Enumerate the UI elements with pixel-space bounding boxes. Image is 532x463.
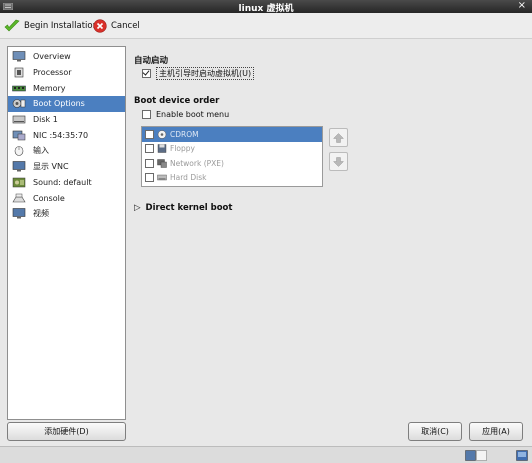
sidebar-item-label: Boot Options <box>33 99 85 109</box>
network-icon <box>157 159 167 168</box>
boot-device-label: CDROM <box>170 129 199 139</box>
sound-icon <box>12 177 26 188</box>
boot-device-label: Hard Disk <box>170 173 207 183</box>
begin-installation-button[interactable]: Begin Installation <box>4 17 98 35</box>
checkmark-icon <box>4 19 20 32</box>
apply-button[interactable]: 应用(A) <box>469 422 523 441</box>
processor-icon <box>14 67 24 78</box>
boot-device-label: Floppy <box>170 144 195 154</box>
autostart-checkbox-row[interactable]: 主机引导时启动虚拟机(U) <box>142 67 255 80</box>
sidebar-item-console[interactable]: Console <box>8 190 125 206</box>
sidebar-item-processor[interactable]: Processor <box>8 65 125 81</box>
sidebar-item-memory[interactable]: Memory <box>8 80 125 96</box>
sidebar-item-label: NIC :54:35:70 <box>33 130 89 140</box>
sidebar-item-video[interactable]: 视频 <box>8 206 125 222</box>
hard-disk-icon <box>157 175 167 181</box>
monitor-icon <box>12 51 26 62</box>
boot-device-list: CDROM Floppy Network (PXE) Hard Disk <box>141 126 323 187</box>
begin-installation-label: Begin Installation <box>24 21 98 31</box>
sidebar-item-label: 显示 VNC <box>33 162 69 172</box>
move-down-button[interactable] <box>329 152 348 171</box>
sidebar-item-label: Processor <box>33 68 72 78</box>
details-panel: 自动启动 主机引导时启动虚拟机(U) Boot device order Ena… <box>134 46 524 418</box>
boot-device-hard-disk[interactable]: Hard Disk <box>142 171 322 186</box>
sidebar-item-label: Memory <box>33 83 66 93</box>
cancel-installation-label: Cancel <box>111 21 140 31</box>
memory-icon <box>12 85 26 91</box>
add-hardware-button[interactable]: 添加硬件(D) <box>7 422 126 441</box>
workspace-switcher-icon[interactable] <box>465 450 487 461</box>
disk-icon <box>12 115 26 124</box>
sidebar-item-label: 输入 <box>33 146 49 156</box>
expander-arrow-icon: ▷ <box>134 203 141 213</box>
floppy-icon <box>157 144 167 153</box>
video-icon <box>12 208 26 219</box>
sidebar-item-label: Disk 1 <box>33 115 58 125</box>
boot-device-checkbox[interactable] <box>145 158 154 168</box>
cdrom-icon <box>157 130 167 139</box>
autostart-checkbox[interactable] <box>142 69 151 78</box>
enable-boot-menu-label: Enable boot menu <box>156 110 230 119</box>
cancel-installation-button[interactable]: Cancel <box>93 17 140 35</box>
boot-device-label: Network (PXE) <box>170 158 224 168</box>
sidebar-item-label: Overview <box>33 52 71 62</box>
arrow-down-icon <box>333 156 344 167</box>
sidebar-item-nic[interactable]: NIC :54:35:70 <box>8 127 125 143</box>
desktop-taskbar <box>0 446 532 463</box>
toolbar: Begin Installation Cancel <box>0 13 532 39</box>
show-desktop-icon[interactable] <box>516 450 528 461</box>
cancel-button[interactable]: 取消(C) <box>408 422 462 441</box>
boot-options-icon <box>12 99 26 109</box>
boot-order-heading: Boot device order <box>134 96 220 106</box>
direct-kernel-boot-expander[interactable]: ▷ Direct kernel boot <box>134 203 232 213</box>
sidebar-item-label: 视频 <box>33 209 49 219</box>
boot-device-network[interactable]: Network (PXE) <box>142 156 322 171</box>
boot-device-checkbox[interactable] <box>145 129 154 139</box>
sidebar-item-label: Console <box>33 193 65 203</box>
enable-boot-menu-row[interactable]: Enable boot menu <box>142 110 229 119</box>
window-close-icon[interactable]: × <box>518 0 526 11</box>
move-up-button[interactable] <box>329 128 348 147</box>
boot-device-floppy[interactable]: Floppy <box>142 142 322 157</box>
direct-kernel-boot-label: Direct kernel boot <box>145 203 233 213</box>
window-titlebar: linux 虚拟机 × <box>0 0 532 14</box>
sidebar-item-input[interactable]: 输入 <box>8 143 125 159</box>
sidebar-item-label: Sound: default <box>33 177 92 187</box>
console-icon <box>12 193 26 202</box>
sidebar-item-boot-options[interactable]: Boot Options <box>8 96 125 112</box>
boot-device-checkbox[interactable] <box>145 144 154 154</box>
hardware-list: Overview Processor Memory Boot Options D… <box>7 46 126 420</box>
boot-device-cdrom[interactable]: CDROM <box>142 127 322 142</box>
sidebar-item-display-vnc[interactable]: 显示 VNC <box>8 159 125 175</box>
input-icon <box>14 146 24 157</box>
autostart-checkbox-label: 主机引导时启动虚拟机(U) <box>156 67 255 80</box>
enable-boot-menu-checkbox[interactable] <box>142 110 151 119</box>
arrow-up-icon <box>333 132 344 143</box>
sidebar-item-sound[interactable]: Sound: default <box>8 175 125 191</box>
boot-device-checkbox[interactable] <box>145 173 154 183</box>
sidebar-item-overview[interactable]: Overview <box>8 49 125 65</box>
display-icon <box>12 161 26 172</box>
cancel-icon <box>93 19 107 33</box>
autostart-heading: 自动启动 <box>134 56 169 66</box>
sidebar-item-disk-1[interactable]: Disk 1 <box>8 112 125 128</box>
nic-icon <box>12 130 26 141</box>
